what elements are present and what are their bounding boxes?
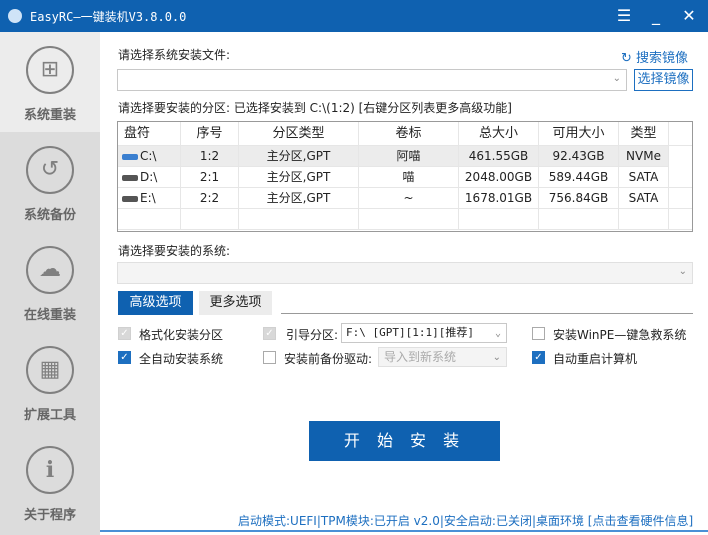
format-label: 格式化安装分区: [139, 328, 224, 342]
column-header: 卷标: [359, 122, 459, 146]
drive-letter: E:\: [140, 191, 156, 205]
status-bar-text[interactable]: 启动模式:UEFI|TPM模块:已开启 v2.0|安全启动:已关闭|桌面环境 […: [238, 512, 693, 529]
drive-icon: [122, 195, 138, 202]
backup-driver-select: 导入到新系统 ⌄: [378, 347, 507, 367]
drive-letter: C:\: [140, 149, 157, 163]
boot-partition-value: F:\ [GPT][1:1][推荐]: [346, 326, 474, 339]
cell: 阿喵: [359, 146, 459, 167]
sidebar-item-system-reinstall[interactable]: ⊞ 系统重装: [0, 32, 100, 132]
chevron-down-icon: ⌄: [678, 266, 687, 277]
close-icon[interactable]: ✕: [676, 4, 702, 28]
window-title: EasyRC—一键装机V3.8.0.0: [30, 10, 187, 24]
cell: SATA: [619, 167, 669, 188]
chevron-down-icon: ⌄: [494, 328, 501, 339]
auto-install-checkbox[interactable]: ✓: [118, 351, 131, 364]
cell: 喵: [359, 167, 459, 188]
search-image-label: 搜索镜像: [636, 51, 689, 66]
start-install-button[interactable]: 开 始 安 装: [309, 421, 500, 461]
table-row[interactable]: E:\ 2:2 主分区,GPT ~ 1678.01GB 756.84GB SAT…: [118, 188, 692, 209]
tools-icon: ▦: [26, 346, 74, 394]
column-header: 总大小: [459, 122, 539, 146]
status-divider: [100, 530, 708, 532]
cell: 92.43GB: [539, 146, 619, 167]
winpe-label: 安装WinPE—键急救系统: [553, 328, 687, 342]
select-image-button[interactable]: 选择镜像: [634, 69, 693, 91]
cell: NVMe: [619, 146, 669, 167]
column-header: 类型: [619, 122, 669, 146]
drive-icon: [122, 153, 138, 160]
auto-install-label: 全自动安装系统: [139, 352, 224, 366]
sidebar-item-about[interactable]: i 关于程序: [0, 432, 100, 532]
sidebar-item-label: 在线重装: [23, 308, 76, 323]
winpe-checkbox[interactable]: [532, 327, 545, 340]
table-row[interactable]: D:\ 2:1 主分区,GPT 喵 2048.00GB 589.44GB SAT…: [118, 167, 692, 188]
sidebar-item-label: 关于程序: [23, 508, 76, 523]
sidebar-item-label: 扩展工具: [23, 408, 76, 423]
image-file-label: 请选择系统安装文件:: [118, 48, 231, 62]
cloud-sync-icon: ☁: [26, 246, 74, 294]
image-file-select[interactable]: ⌄: [117, 69, 627, 91]
cell: 主分区,GPT: [239, 188, 359, 209]
cell: 主分区,GPT: [239, 146, 359, 167]
tab-advanced[interactable]: 高级选项: [118, 291, 193, 315]
boot-label: 引导分区:: [286, 328, 339, 342]
chevron-down-icon: ⌄: [492, 352, 501, 363]
sidebar-item-tools[interactable]: ▦ 扩展工具: [0, 332, 100, 432]
sidebar: ⊞ 系统重装 ↺ 系统备份 ☁ 在线重装 ▦ 扩展工具 i 关于程序: [0, 32, 100, 535]
sidebar-item-online-reinstall[interactable]: ☁ 在线重装: [0, 232, 100, 332]
table-header: 盘符 序号 分区类型 卷标 总大小 可用大小 类型: [118, 122, 692, 146]
backup-driver-checkbox[interactable]: [263, 351, 276, 364]
partition-label: 请选择要安装的分区: 已选择安装到 C:\(1:2) [右键分区列表更多高级功能…: [118, 101, 512, 115]
cell: SATA: [619, 188, 669, 209]
search-image-link[interactable]: ↻ 搜索镜像: [621, 47, 688, 66]
sidebar-item-system-backup[interactable]: ↺ 系统备份: [0, 132, 100, 232]
column-header: 盘符: [118, 122, 181, 146]
cell: 主分区,GPT: [239, 167, 359, 188]
cell: 461.55GB: [459, 146, 539, 167]
minimize-icon[interactable]: _: [643, 4, 669, 28]
backup-icon: ↺: [26, 146, 74, 194]
cell: 589.44GB: [539, 167, 619, 188]
partition-table[interactable]: 盘符 序号 分区类型 卷标 总大小 可用大小 类型 C:\ 1:2 主分区,GP…: [117, 121, 693, 232]
chevron-down-icon: ⌄: [612, 73, 621, 84]
column-header: 分区类型: [239, 122, 359, 146]
menu-icon[interactable]: ☰: [611, 4, 637, 28]
backup-driver-value: 导入到新系统: [384, 350, 457, 364]
cell: 756.84GB: [539, 188, 619, 209]
drive-letter: D:\: [140, 170, 158, 184]
format-checkbox: ✓: [118, 327, 131, 340]
title-bar: EasyRC—一键装机V3.8.0.0 ☰ _ ✕: [0, 0, 708, 32]
windows-icon: ⊞: [26, 46, 74, 94]
system-select[interactable]: ⌄: [117, 262, 693, 284]
cell: 1678.01GB: [459, 188, 539, 209]
cell: ~: [359, 188, 459, 209]
column-header: 可用大小: [539, 122, 619, 146]
auto-restart-checkbox[interactable]: ✓: [532, 351, 545, 364]
boot-partition-select[interactable]: F:\ [GPT][1:1][推荐] ⌄: [341, 323, 507, 343]
app-logo-icon: [8, 9, 22, 23]
cell: 2048.00GB: [459, 167, 539, 188]
tab-divider: [281, 313, 693, 314]
system-label: 请选择要安装的系统:: [118, 244, 231, 258]
drive-icon: [122, 174, 138, 181]
cell: 1:2: [181, 146, 239, 167]
auto-restart-label: 自动重启计算机: [553, 352, 638, 366]
table-row-empty: [118, 209, 692, 230]
sidebar-item-label: 系统备份: [23, 208, 76, 223]
table-row[interactable]: C:\ 1:2 主分区,GPT 阿喵 461.55GB 92.43GB NVMe: [118, 146, 669, 167]
tab-more[interactable]: 更多选项: [199, 291, 272, 315]
column-header: 序号: [181, 122, 239, 146]
sidebar-item-label: 系统重装: [23, 108, 76, 123]
cell: 2:1: [181, 167, 239, 188]
backup-driver-label: 安装前备份驱动:: [284, 352, 373, 366]
cell: 2:2: [181, 188, 239, 209]
refresh-icon: ↻: [621, 51, 632, 66]
info-icon: i: [26, 446, 74, 494]
boot-checkbox: ✓: [263, 327, 276, 340]
